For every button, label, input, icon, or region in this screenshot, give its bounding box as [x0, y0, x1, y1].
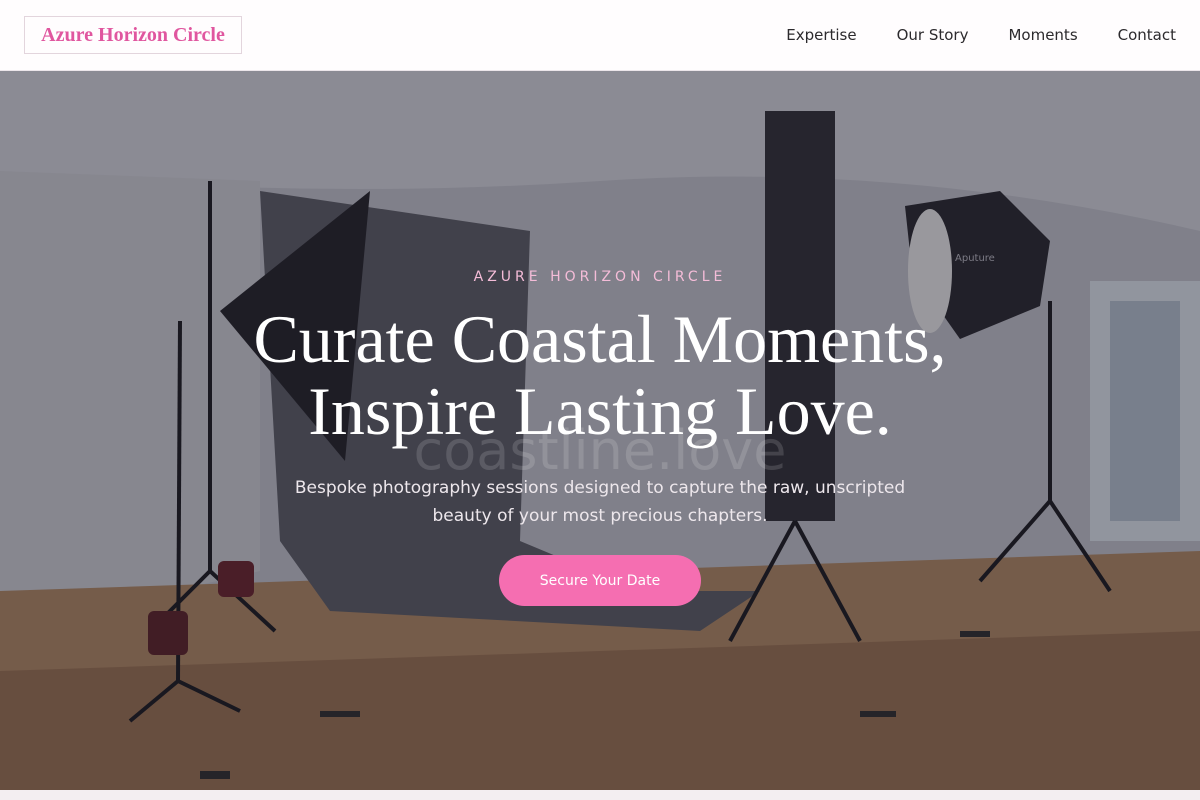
nav-link-moments[interactable]: Moments	[1008, 26, 1077, 44]
hero-subtext: Bespoke photography sessions designed to…	[294, 478, 906, 526]
nav-link-our-story[interactable]: Our Story	[897, 26, 969, 44]
hero-content: AZURE HORIZON CIRCLE Curate Coastal Mome…	[0, 71, 1200, 790]
hero-headline-line1: Curate Coastal Moments,	[253, 301, 947, 377]
hero-section: Aputure coastline.love AZURE HORIZON CIR…	[0, 71, 1200, 790]
nav-link-expertise[interactable]: Expertise	[786, 26, 856, 44]
secure-your-date-button[interactable]: Secure Your Date	[499, 555, 701, 606]
section-divider	[0, 790, 1200, 800]
nav-link-contact[interactable]: Contact	[1118, 26, 1176, 44]
hero-eyebrow: AZURE HORIZON CIRCLE	[473, 269, 727, 285]
site-logo[interactable]: Azure Horizon Circle	[24, 16, 242, 54]
main-nav: Expertise Our Story Moments Contact	[746, 0, 1176, 70]
hero-headline-line2: Inspire Lasting Love.	[308, 373, 892, 449]
site-header: Azure Horizon Circle Expertise Our Story…	[0, 0, 1200, 71]
hero-headline: Curate Coastal Moments, Inspire Lasting …	[0, 303, 1200, 447]
